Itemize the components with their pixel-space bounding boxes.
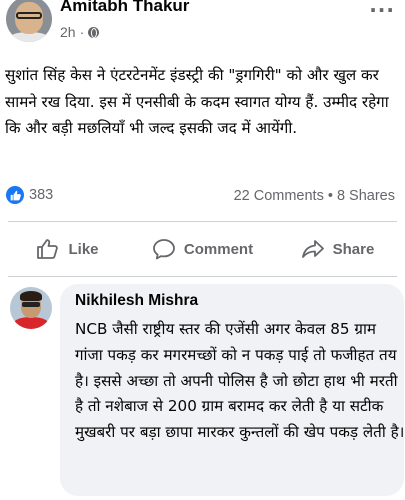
divider xyxy=(8,276,397,277)
like-icon xyxy=(37,239,59,259)
reaction-count: 383 xyxy=(29,187,54,203)
commenter-avatar[interactable] xyxy=(10,287,52,329)
globe-icon xyxy=(88,26,100,38)
meta-separator: · xyxy=(79,24,85,40)
comment-share-stats[interactable]: 22 Comments • 8 Shares xyxy=(234,188,395,204)
divider xyxy=(8,221,397,222)
avatar-hair xyxy=(20,291,42,301)
comment-button[interactable]: Comment xyxy=(135,230,270,268)
post-author-name[interactable]: Amitabh Thakur xyxy=(60,0,189,16)
share-label: Share xyxy=(332,240,375,258)
avatar-shirt xyxy=(13,317,49,329)
reaction-summary[interactable]: 383 xyxy=(6,186,53,204)
share-icon xyxy=(301,240,324,258)
post-actions: Like Comment Share xyxy=(0,230,405,268)
avatar-glasses xyxy=(22,302,40,307)
more-horizontal-icon[interactable]: ··· xyxy=(369,0,395,22)
like-reaction-icon xyxy=(6,186,24,204)
author-avatar[interactable] xyxy=(6,0,52,42)
post-header: Amitabh Thakur 2h · ··· xyxy=(0,0,405,52)
post-text: सुशांत सिंह केस ने एंटरटेनमेंट इंडस्ट्री… xyxy=(5,66,389,137)
like-label: Like xyxy=(68,240,99,258)
comment-icon xyxy=(153,239,175,260)
comment-label: Comment xyxy=(183,240,254,258)
share-button[interactable]: Share xyxy=(270,230,405,268)
post-meta: 2h · xyxy=(60,24,100,40)
comment-author-name[interactable]: Nikhilesh Mishra xyxy=(75,292,198,310)
like-button[interactable]: Like xyxy=(0,230,135,268)
comment-text: NCB जैसी राष्ट्रीय स्तर की एजेंसी अगर के… xyxy=(75,320,405,442)
avatar-glasses xyxy=(16,12,42,19)
post-time[interactable]: 2h xyxy=(60,24,76,40)
